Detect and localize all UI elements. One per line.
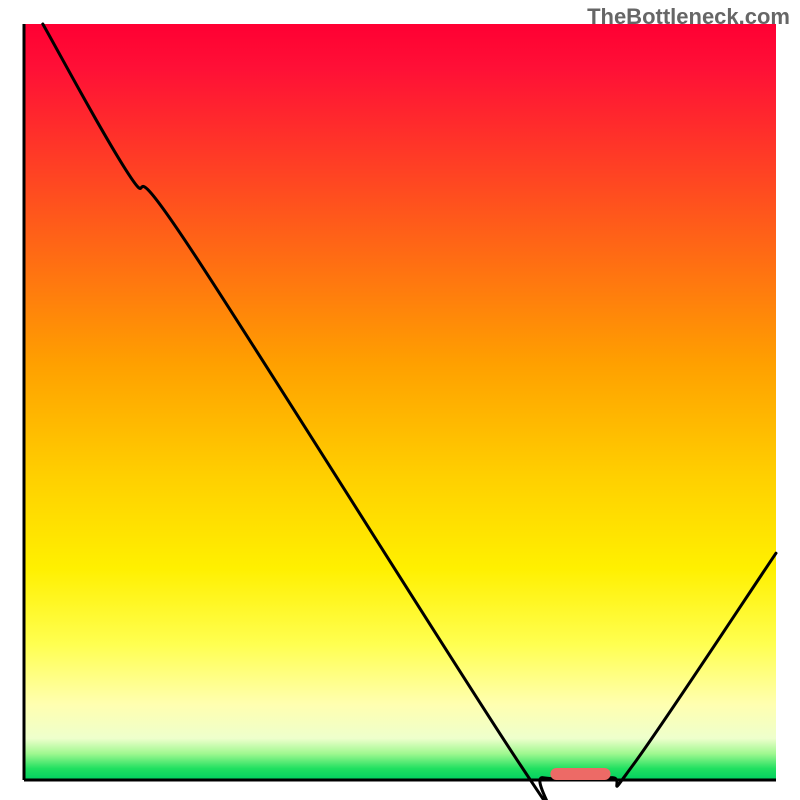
plot-background xyxy=(24,24,776,780)
bottleneck-chart: TheBottleneck.com xyxy=(0,0,800,800)
optimal-marker xyxy=(550,768,610,780)
chart-svg xyxy=(0,0,800,800)
watermark-text: TheBottleneck.com xyxy=(587,4,790,30)
